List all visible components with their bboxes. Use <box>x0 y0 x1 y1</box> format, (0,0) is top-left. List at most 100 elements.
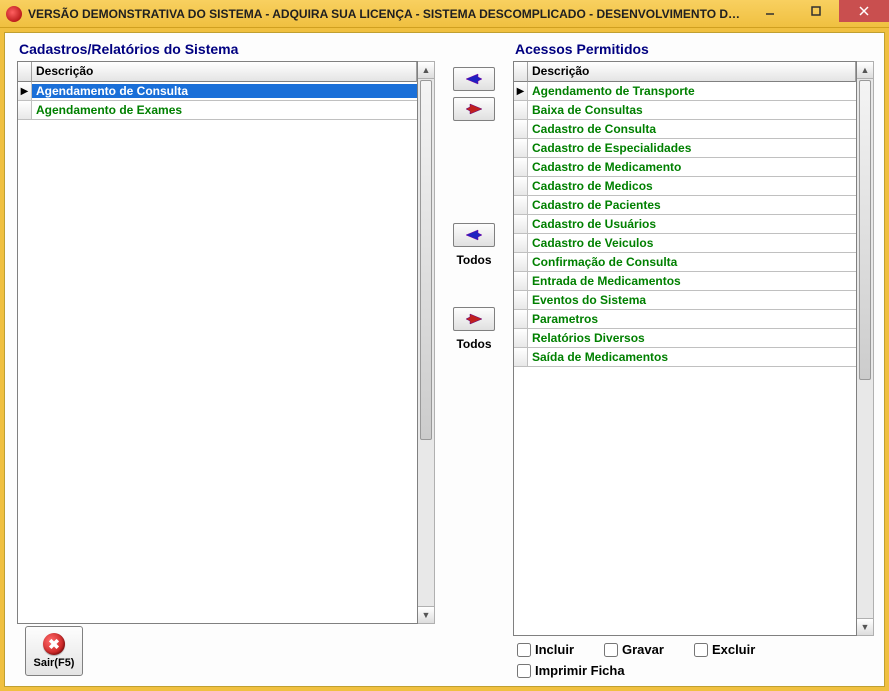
check-incluir[interactable]: Incluir <box>517 642 574 657</box>
move-left-button[interactable] <box>453 97 495 121</box>
row-label: Saída de Medicamentos <box>528 350 856 364</box>
table-row[interactable]: ▶Agendamento de Consulta <box>18 82 417 101</box>
row-indicator <box>514 329 528 347</box>
row-indicator <box>514 177 528 195</box>
table-row[interactable]: Cadastro de Veiculos <box>514 234 856 253</box>
left-grid-wrap: Descrição ▶Agendamento de ConsultaAgenda… <box>17 61 435 624</box>
table-row[interactable]: ▶Agendamento de Transporte <box>514 82 856 101</box>
right-grid-wrap: Descrição ▶Agendamento de TransporteBaix… <box>513 61 874 636</box>
row-label: Agendamento de Exames <box>32 103 417 117</box>
table-row[interactable]: Relatórios Diversos <box>514 329 856 348</box>
table-row[interactable]: Confirmação de Consulta <box>514 253 856 272</box>
table-row[interactable]: Saída de Medicamentos <box>514 348 856 367</box>
row-label: Agendamento de Consulta <box>32 84 417 98</box>
row-indicator <box>514 272 528 290</box>
check-imprimir-box[interactable] <box>517 664 531 678</box>
table-row[interactable]: Cadastro de Pacientes <box>514 196 856 215</box>
left-grid-body[interactable]: ▶Agendamento de Consulta Agendamento de E… <box>18 82 417 120</box>
right-grid-header-indicator <box>514 62 528 82</box>
table-row[interactable]: Entrada de Medicamentos <box>514 272 856 291</box>
move-all-left-label: Todos <box>456 337 491 351</box>
table-row[interactable]: Parametros <box>514 310 856 329</box>
right-grid-header-desc[interactable]: Descrição <box>528 62 856 82</box>
row-label: Cadastro de Usuários <box>528 217 856 231</box>
row-indicator <box>514 253 528 271</box>
table-row[interactable]: Agendamento de Exames <box>18 101 417 120</box>
row-indicator: ▶ <box>514 82 528 100</box>
titlebar: VERSÃO DEMONSTRATIVA DO SISTEMA - ADQUIR… <box>0 0 889 28</box>
columns: Cadastros/Relatórios do Sistema Descriçã… <box>9 37 880 682</box>
minimize-icon <box>764 5 776 17</box>
row-indicator: ▶ <box>18 82 32 100</box>
right-grid[interactable]: Descrição ▶Agendamento de TransporteBaix… <box>513 61 857 636</box>
scroll-thumb[interactable] <box>859 80 871 380</box>
arrow-right-icon <box>464 72 484 86</box>
close-icon <box>858 5 870 17</box>
scroll-down-button[interactable]: ▼ <box>857 618 873 635</box>
table-row[interactable]: Cadastro de Usuários <box>514 215 856 234</box>
check-incluir-box[interactable] <box>517 643 531 657</box>
exit-button[interactable]: ✖ Sair(F5) <box>25 626 83 676</box>
row-indicator <box>514 196 528 214</box>
exit-area: ✖ Sair(F5) <box>17 624 435 678</box>
row-label: Parametros <box>528 312 856 326</box>
table-row[interactable]: Cadastro de Especialidades <box>514 139 856 158</box>
scroll-down-button[interactable]: ▼ <box>418 606 434 623</box>
arrow-left-icon <box>464 312 484 326</box>
right-panel: Acessos Permitidos Descrição ▶Agendament… <box>509 37 880 682</box>
row-indicator <box>514 139 528 157</box>
exit-icon: ✖ <box>43 633 65 655</box>
right-grid-header: Descrição <box>514 62 856 82</box>
row-label: Cadastro de Medicamento <box>528 160 856 174</box>
row-label: Cadastro de Especialidades <box>528 141 856 155</box>
check-excluir-box[interactable] <box>694 643 708 657</box>
row-indicator <box>514 348 528 366</box>
check-incluir-label: Incluir <box>535 642 574 657</box>
table-row[interactable]: Baixa de Consultas <box>514 101 856 120</box>
permission-checks: Incluir Gravar Excluir Imprimir Ficha <box>513 636 874 678</box>
table-row[interactable]: Cadastro de Medicos <box>514 177 856 196</box>
table-row[interactable]: Cadastro de Medicamento <box>514 158 856 177</box>
table-row[interactable]: Eventos do Sistema <box>514 291 856 310</box>
right-panel-title: Acessos Permitidos <box>515 41 874 57</box>
row-indicator <box>514 215 528 233</box>
left-grid[interactable]: Descrição ▶Agendamento de ConsultaAgenda… <box>17 61 418 624</box>
arrow-right-icon <box>464 228 484 242</box>
exit-button-label: Sair(F5) <box>34 657 75 669</box>
check-gravar-box[interactable] <box>604 643 618 657</box>
check-gravar-label: Gravar <box>622 642 664 657</box>
check-excluir[interactable]: Excluir <box>694 642 755 657</box>
app-window: VERSÃO DEMONSTRATIVA DO SISTEMA - ADQUIR… <box>0 0 889 691</box>
close-button[interactable] <box>839 0 889 22</box>
row-label: Cadastro de Medicos <box>528 179 856 193</box>
check-gravar[interactable]: Gravar <box>604 642 664 657</box>
scroll-thumb[interactable] <box>420 80 432 440</box>
middle-panel: Todos Todos <box>439 37 509 682</box>
row-indicator <box>514 158 528 176</box>
row-label: Eventos do Sistema <box>528 293 856 307</box>
move-right-button[interactable] <box>453 67 495 91</box>
row-label: Cadastro de Pacientes <box>528 198 856 212</box>
row-label: Relatórios Diversos <box>528 331 856 345</box>
check-imprimir-label: Imprimir Ficha <box>535 663 625 678</box>
scroll-up-button[interactable]: ▲ <box>857 62 873 79</box>
window-title: VERSÃO DEMONSTRATIVA DO SISTEMA - ADQUIR… <box>28 7 747 21</box>
check-imprimir[interactable]: Imprimir Ficha <box>517 663 625 678</box>
table-row[interactable]: Cadastro de Consulta <box>514 120 856 139</box>
right-scrollbar[interactable]: ▲ ▼ <box>857 61 874 636</box>
left-scrollbar[interactable]: ▲ ▼ <box>418 61 435 624</box>
maximize-button[interactable] <box>793 0 839 22</box>
move-all-left-button[interactable] <box>453 307 495 331</box>
scroll-up-button[interactable]: ▲ <box>418 62 434 79</box>
left-grid-header-desc[interactable]: Descrição <box>32 62 417 82</box>
row-label: Cadastro de Consulta <box>528 122 856 136</box>
row-indicator <box>514 310 528 328</box>
move-all-right-button[interactable] <box>453 223 495 247</box>
minimize-button[interactable] <box>747 0 793 22</box>
row-label: Agendamento de Transporte <box>528 84 856 98</box>
row-indicator <box>514 234 528 252</box>
row-label: Entrada de Medicamentos <box>528 274 856 288</box>
move-all-right-label: Todos <box>456 253 491 267</box>
right-grid-body[interactable]: ▶Agendamento de TransporteBaixa de Consu… <box>514 82 856 367</box>
row-indicator <box>514 101 528 119</box>
